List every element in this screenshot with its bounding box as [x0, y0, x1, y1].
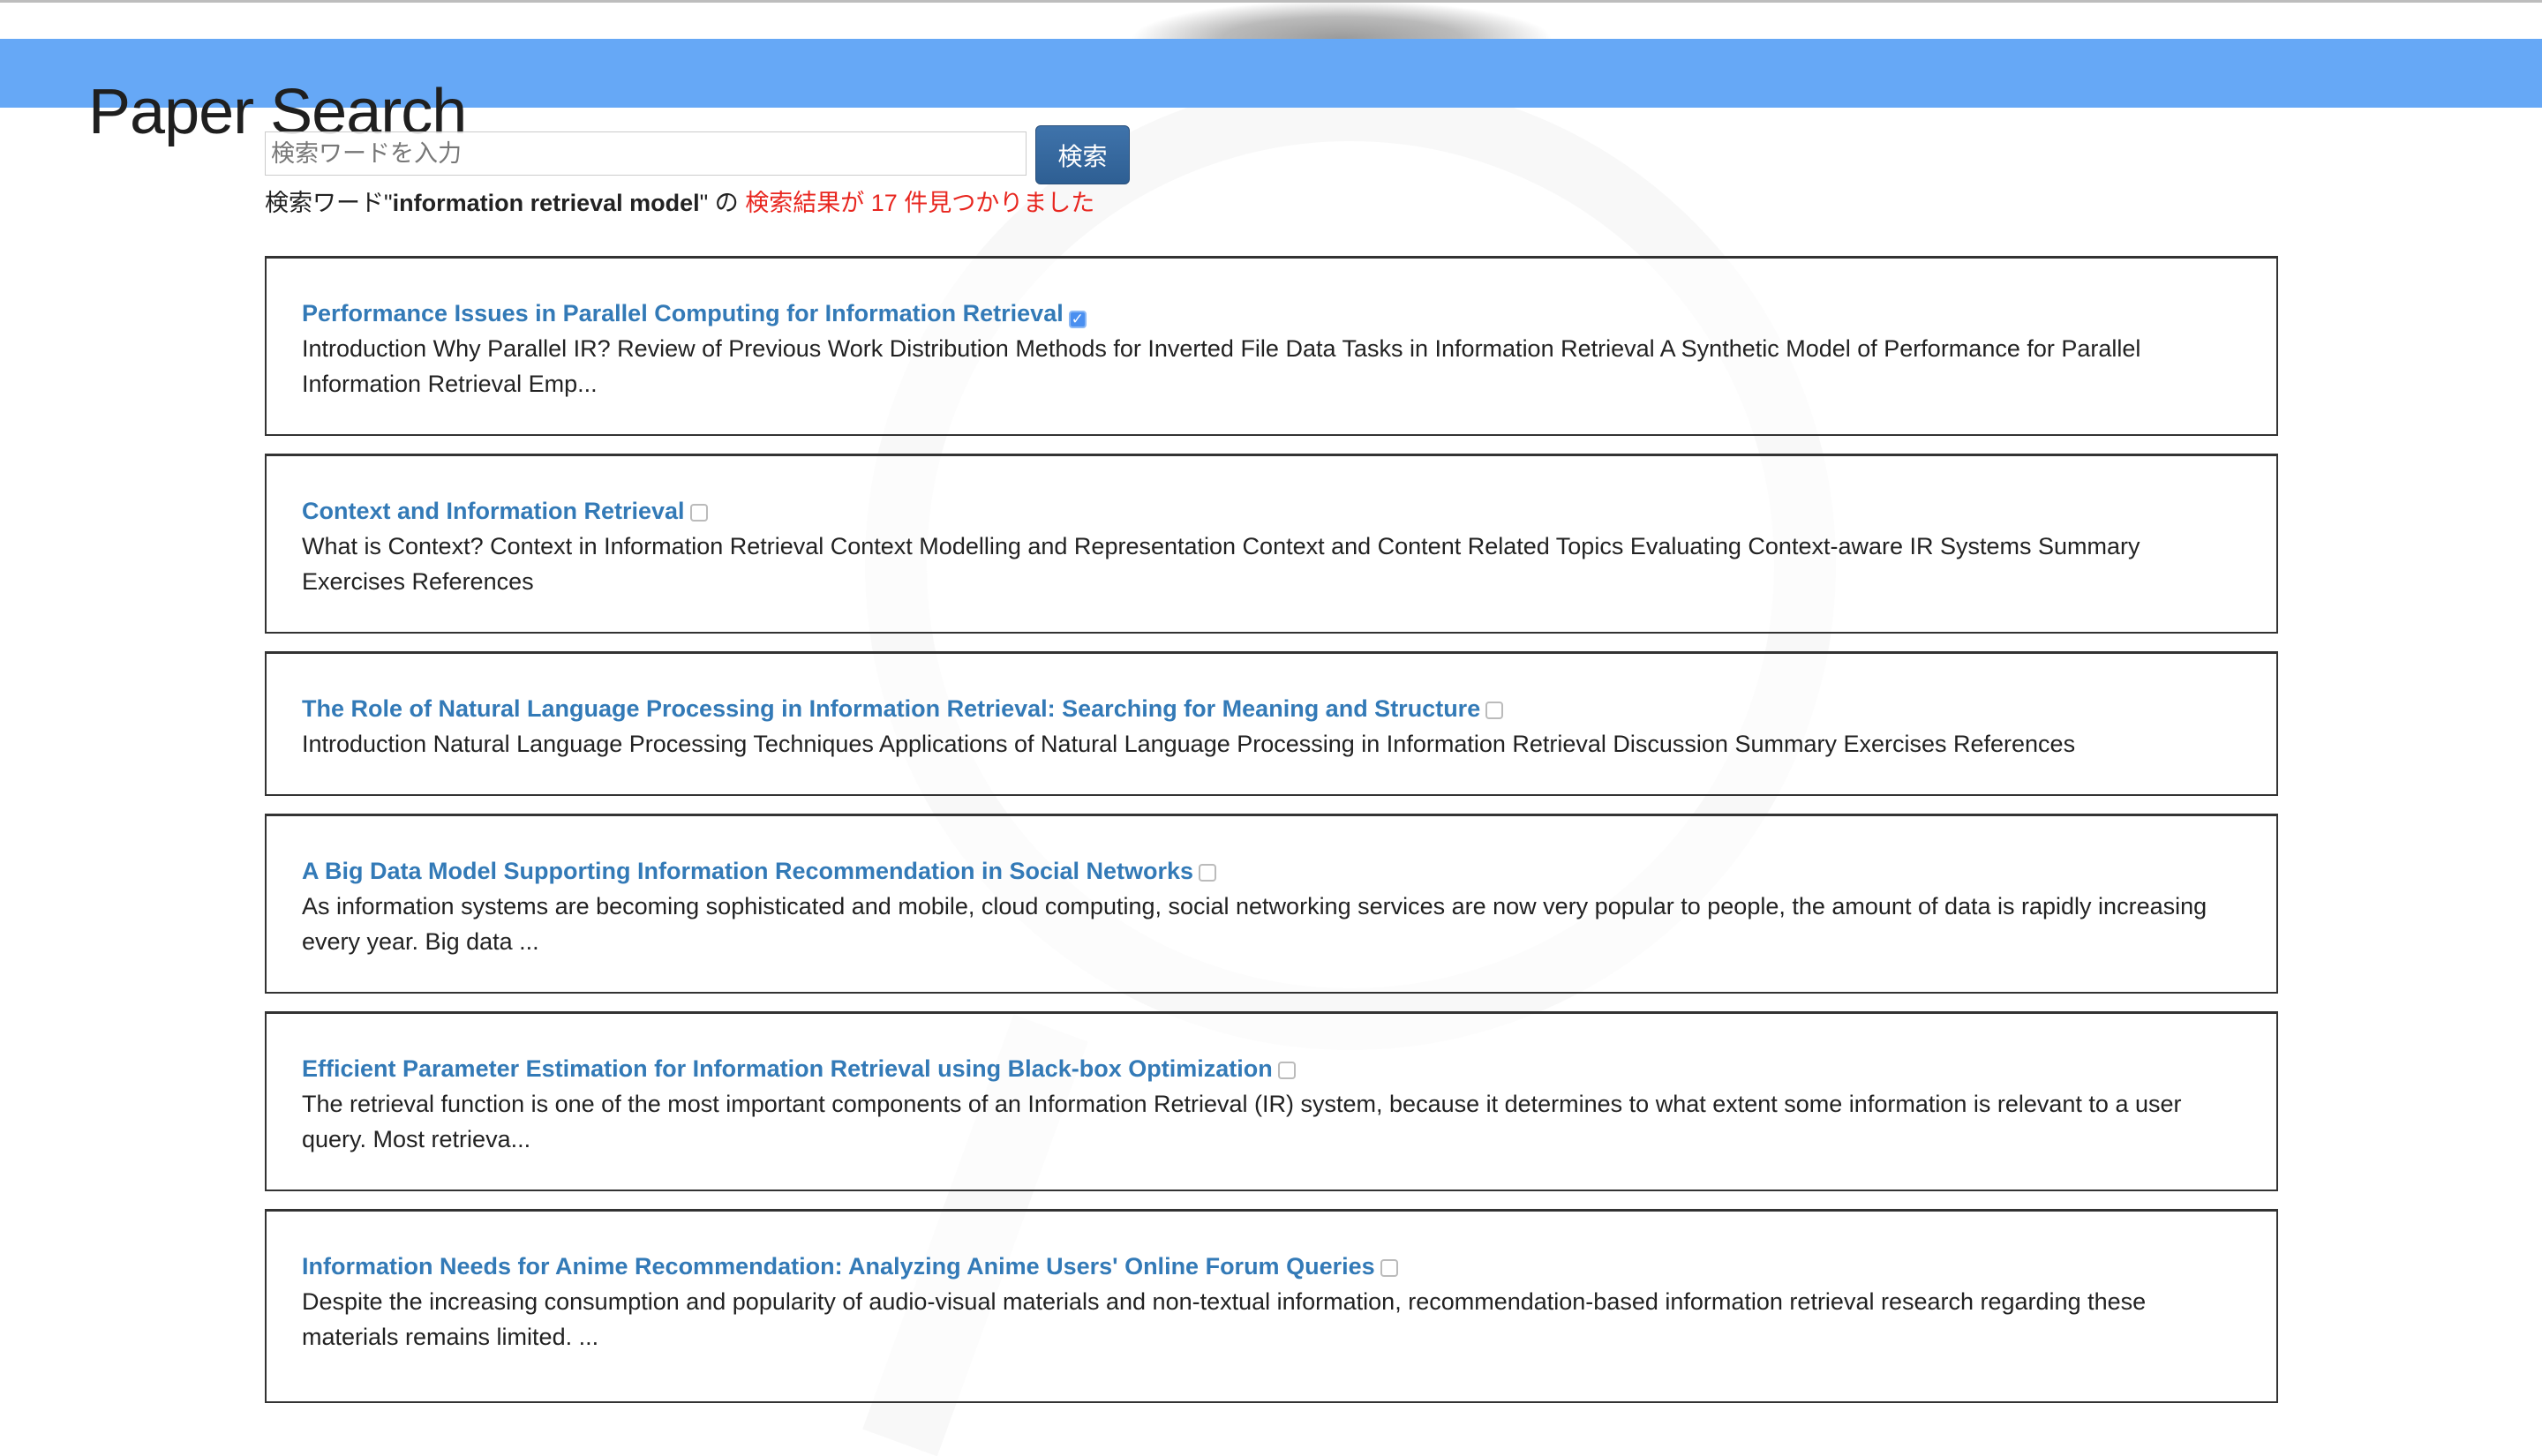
- result-checkbox[interactable]: [1380, 1259, 1398, 1277]
- result-title-link[interactable]: Efficient Parameter Estimation for Infor…: [302, 1055, 1273, 1082]
- watermark-logo-top: [1130, 0, 1553, 39]
- result-card: A Big Data Model Supporting Information …: [265, 814, 2278, 994]
- search-button[interactable]: 検索: [1035, 125, 1130, 184]
- summary-prefix: 検索ワード": [265, 190, 393, 216]
- result-checkbox[interactable]: [1199, 864, 1217, 882]
- summary-count: 検索結果が 17 件見つかりました: [745, 190, 1095, 216]
- result-snippet: Introduction Why Parallel IR? Review of …: [302, 335, 2141, 397]
- result-title-link[interactable]: Information Needs for Anime Recommendati…: [302, 1253, 1375, 1280]
- result-title-link[interactable]: The Role of Natural Language Processing …: [302, 695, 1480, 722]
- search-input[interactable]: [265, 131, 1027, 176]
- result-title-link[interactable]: Context and Information Retrieval: [302, 498, 685, 524]
- result-snippet: As information systems are becoming soph…: [302, 893, 2207, 955]
- summary-query: information retrieval model: [392, 190, 700, 216]
- result-snippet: The retrieval function is one of the mos…: [302, 1091, 2182, 1152]
- result-snippet: Despite the increasing consumption and p…: [302, 1288, 2147, 1350]
- result-card: The Role of Natural Language Processing …: [265, 651, 2278, 796]
- result-title-link[interactable]: A Big Data Model Supporting Information …: [302, 858, 1193, 884]
- result-card: Efficient Parameter Estimation for Infor…: [265, 1011, 2278, 1191]
- result-snippet: What is Context? Context in Information …: [302, 533, 2140, 595]
- result-snippet: Introduction Natural Language Processing…: [302, 731, 2076, 757]
- result-checkbox[interactable]: [689, 504, 708, 522]
- result-title-link[interactable]: Performance Issues in Parallel Computing…: [302, 300, 1064, 326]
- result-checkbox[interactable]: ✓: [1068, 311, 1087, 328]
- result-card: Performance Issues in Parallel Computing…: [265, 256, 2278, 436]
- result-summary: 検索ワード"information retrieval model" の 検索結…: [265, 187, 1094, 219]
- result-card: Information Needs for Anime Recommendati…: [265, 1209, 2278, 1403]
- header-bar: Paper Search: [0, 39, 2542, 147]
- result-card: Context and Information Retrieval What i…: [265, 454, 2278, 634]
- summary-suffix: " の: [699, 190, 746, 216]
- result-checkbox[interactable]: [1277, 1062, 1296, 1079]
- result-checkbox[interactable]: [1485, 702, 1504, 719]
